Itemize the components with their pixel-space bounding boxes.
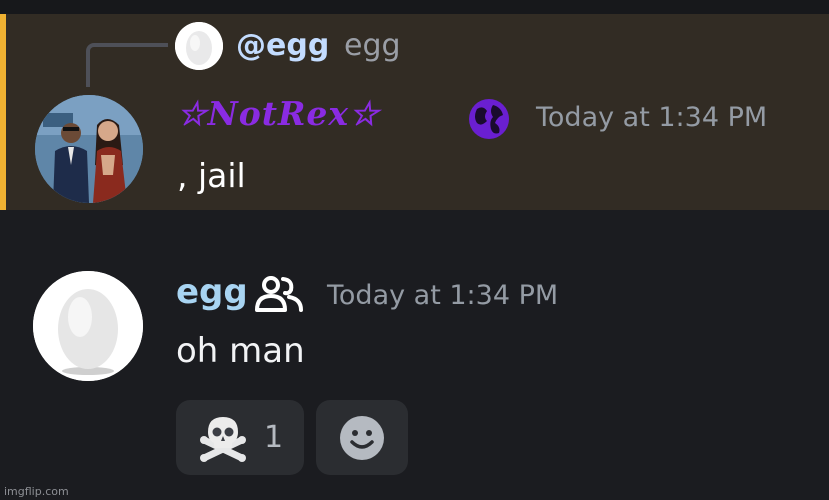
message-timestamp[interactable]: Today at 1:34 PM [536, 102, 767, 133]
people-icon [255, 276, 303, 312]
message-body: , jail [177, 156, 246, 195]
mention-highlight-bar [0, 14, 6, 210]
egg-avatar-icon [175, 22, 223, 70]
reaction-count: 1 [264, 420, 284, 455]
reply-preview-text[interactable]: egg [344, 28, 401, 63]
author-name[interactable]: egg [176, 272, 248, 312]
reply-connector-line [86, 43, 168, 87]
reply-avatar[interactable] [175, 22, 223, 70]
skull-and-crossbones-icon [200, 417, 246, 462]
smiley-icon [340, 416, 384, 460]
egg-author-avatar[interactable] [33, 271, 143, 381]
author-avatar[interactable] [35, 95, 143, 203]
highlighted-message[interactable]: @egg egg ☆𝑵𝒐𝒕𝑹𝒆𝒙☆ Today at 1:34 PM , jai… [0, 14, 829, 210]
reply-author-mention[interactable]: @egg [236, 28, 329, 63]
reaction-button[interactable]: 1 [176, 400, 304, 475]
message-body: oh man [176, 331, 305, 371]
globe-icon [467, 97, 511, 141]
egg-avatar-icon [33, 271, 143, 381]
couple-photo-avatar-icon [35, 95, 143, 203]
author-name[interactable]: ☆𝑵𝒐𝒕𝑹𝒆𝒙☆ [177, 94, 380, 133]
message-timestamp[interactable]: Today at 1:34 PM [327, 280, 558, 311]
add-reaction-button[interactable] [316, 400, 408, 475]
top-strip [0, 0, 829, 14]
watermark: imgflip.com [4, 485, 69, 498]
